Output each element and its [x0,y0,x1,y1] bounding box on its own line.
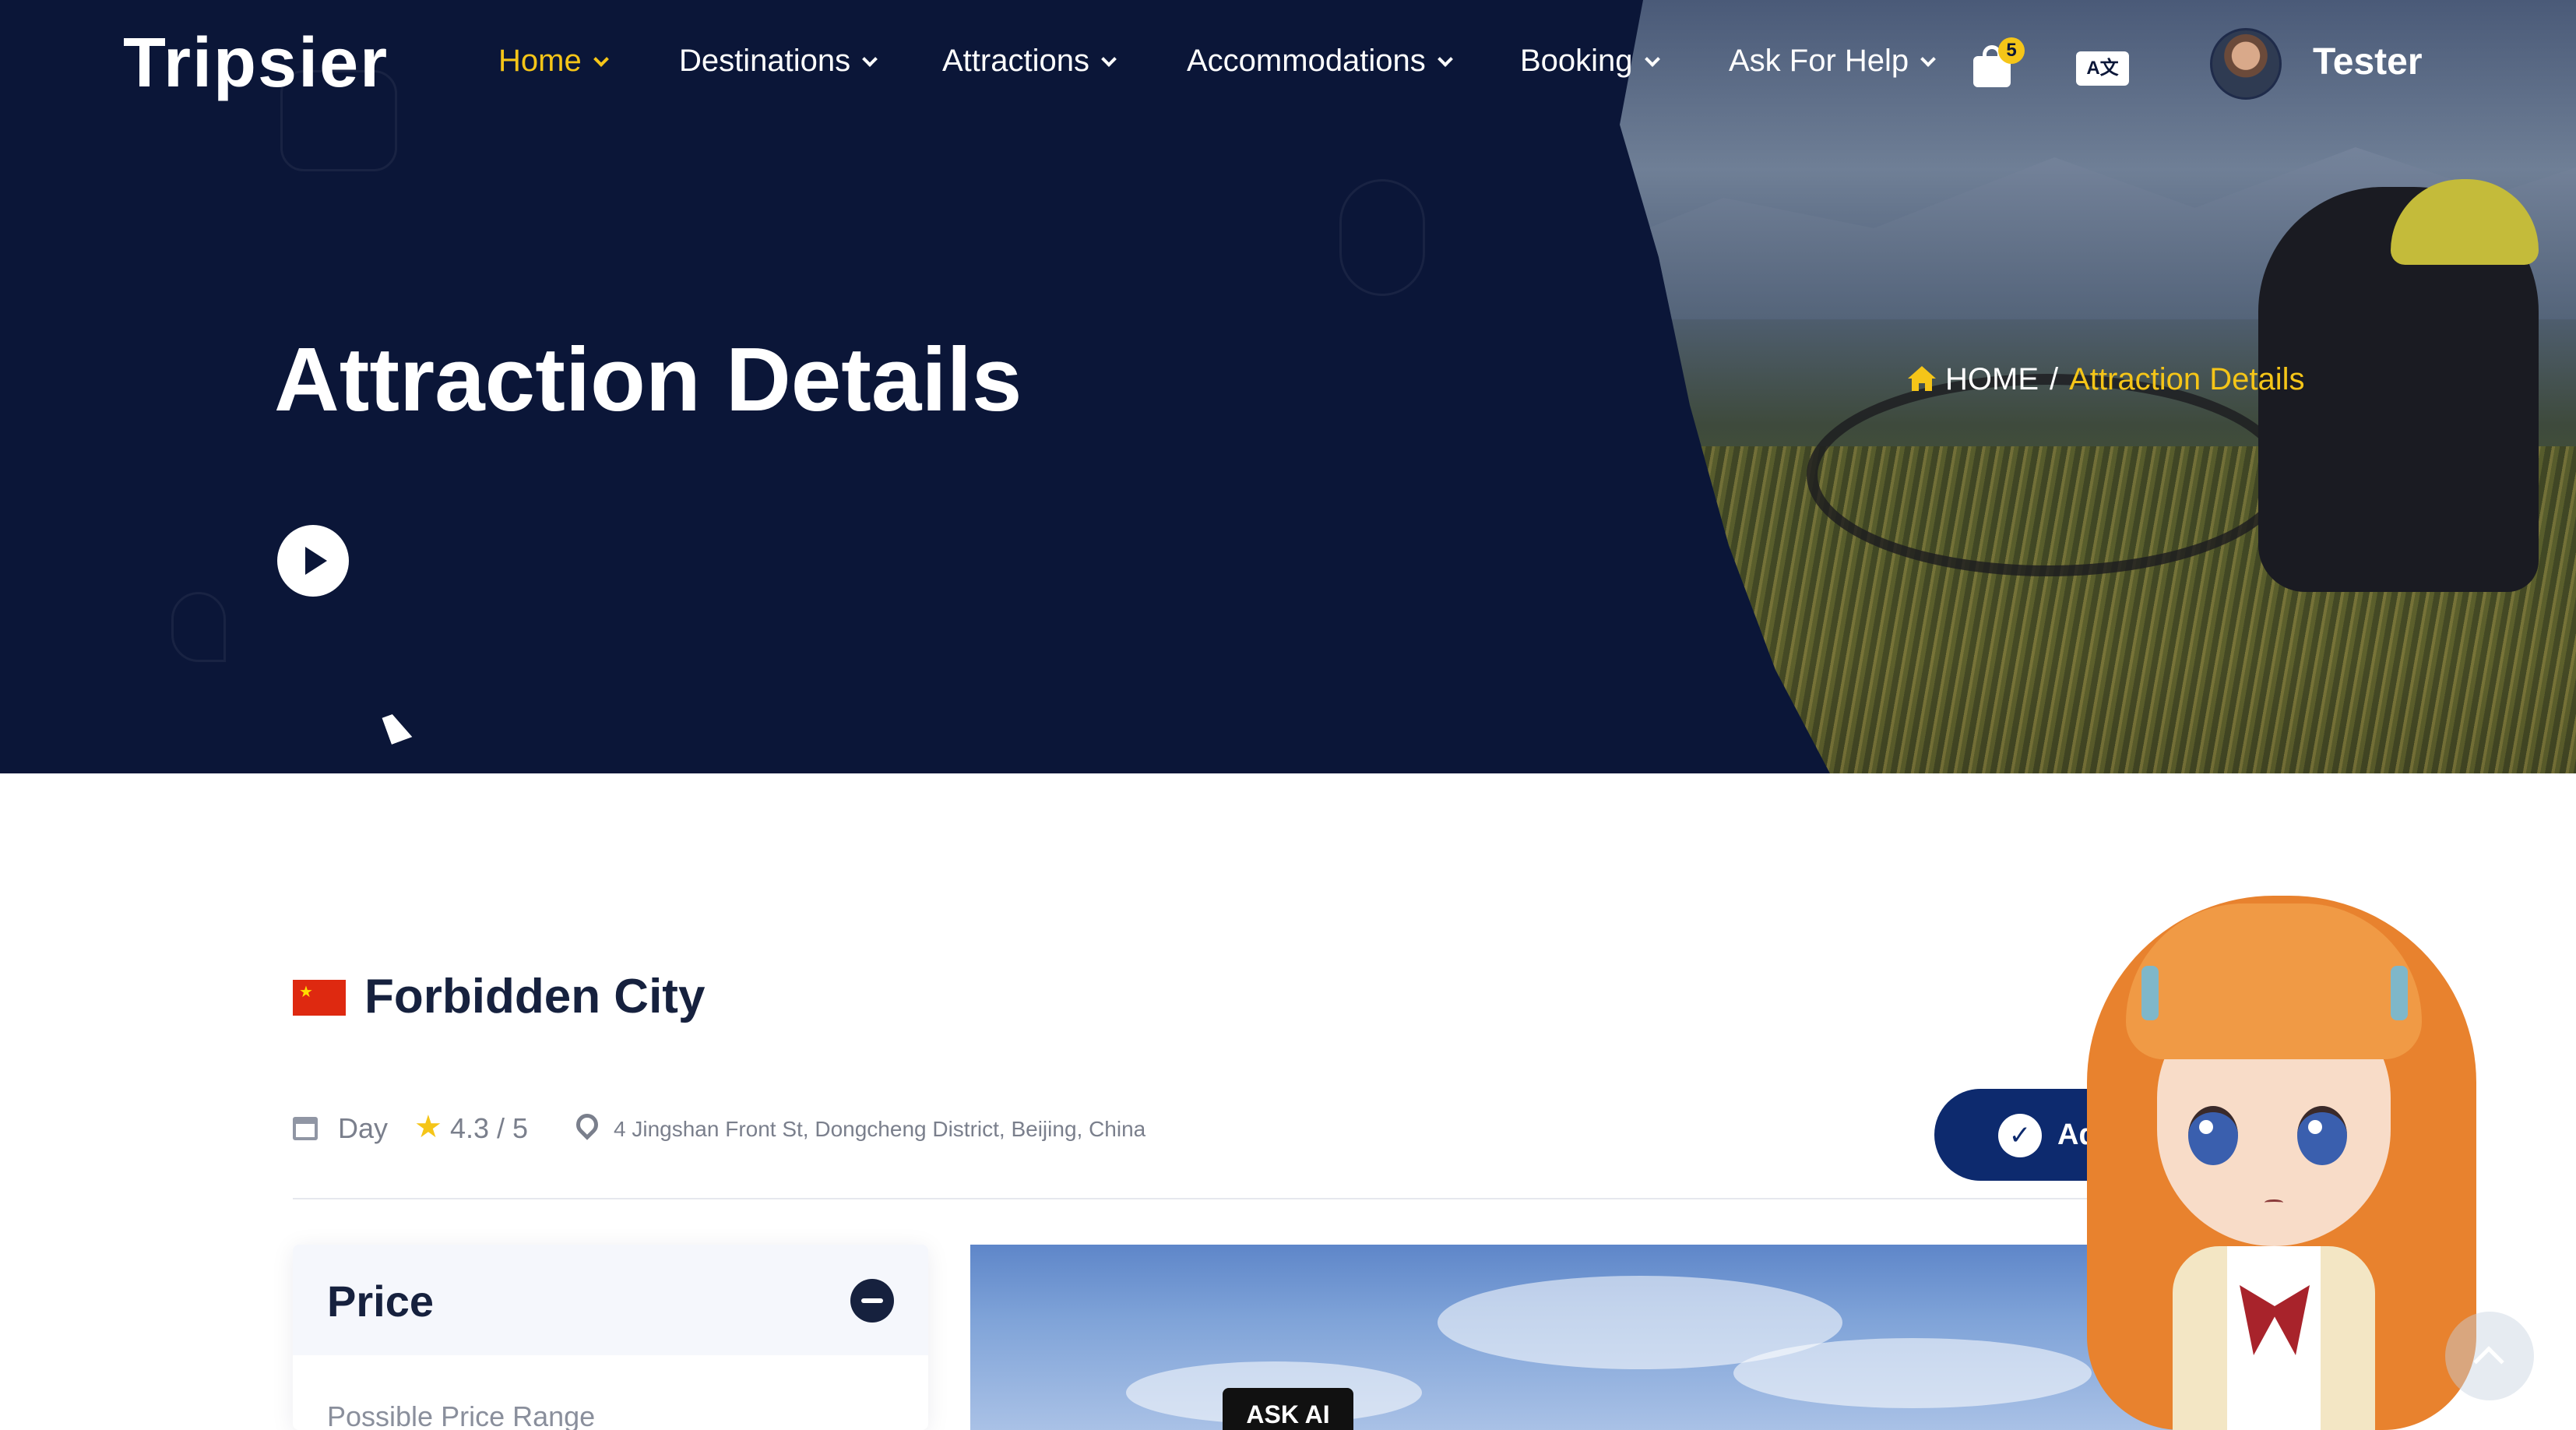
nav-item-accommodations[interactable]: Accommodations [1187,44,1453,79]
visit-time: Day [338,1112,389,1144]
chevron-down-icon [1437,51,1453,67]
price-card-header[interactable]: Price [293,1245,928,1355]
calendar-icon [293,1117,318,1140]
check-icon: ✓ [1998,1114,2042,1157]
avatar[interactable] [2210,28,2282,100]
star-icon: ★ [414,1110,442,1144]
nav-item-attractions[interactable]: Attractions [942,44,1117,79]
nav-item-label: Booking [1520,44,1633,78]
price-range-label: Possible Price Range [327,1400,596,1430]
nav-item-label: Destinations [679,44,851,78]
nav-item-destinations[interactable]: Destinations [679,44,878,79]
balloon-doodle [1339,179,1425,296]
address: 4 Jingshan Front St, Dongcheng District,… [614,1117,1146,1141]
scroll-to-top-button[interactable] [2445,1312,2534,1400]
price-title: Price [327,1277,434,1326]
nav-item-booking[interactable]: Booking [1520,44,1660,79]
nav-item-ask-for-help[interactable]: Ask For Help [1729,44,1937,79]
breadcrumb-home-link[interactable]: HOME [1945,362,2039,396]
collapse-minus-icon[interactable] [850,1279,894,1323]
attraction-name: Forbidden City [364,970,706,1023]
divider [293,1198,2240,1199]
ask-ai-button[interactable]: ASK AI [1223,1388,1353,1430]
rating: 4.3 / 5 [450,1112,529,1144]
logo[interactable]: Tripsier [123,23,389,104]
chevron-down-icon [1101,51,1117,67]
home-icon [1908,366,1936,391]
nav-item-label: Accommodations [1187,44,1426,78]
top-navigation: Tripsier Home Destinations Attractions A… [0,0,2576,128]
breadcrumb: HOME / Attraction Details [1906,361,2304,397]
cart-count-badge: 5 [1998,37,2025,64]
nav-item-label: Attractions [942,44,1089,78]
breadcrumb-current: Attraction Details [2069,362,2305,396]
nav-item-label: Ask For Help [1729,44,1909,78]
chevron-down-icon [862,51,878,67]
nav-item-home[interactable]: Home [498,44,609,79]
user-name[interactable]: Tester [2313,41,2423,83]
cart-button[interactable]: 5 [1973,37,2025,87]
anime-assistant-avatar[interactable] [2056,880,2507,1430]
play-video-button[interactable] [277,525,349,597]
chevron-down-icon [593,51,609,67]
mouse-cursor [382,710,413,745]
language-switch-icon[interactable]: A文 [2076,51,2129,86]
price-card: Price Possible Price Range [293,1245,928,1430]
pin-doodle [171,592,226,662]
page-title: Attraction Details [274,329,1022,430]
chevron-down-icon [1920,51,1937,67]
chevron-down-icon [1644,51,1660,67]
play-icon [305,547,327,575]
location-pin-icon [572,1109,603,1140]
china-flag-icon: ★ [293,980,346,1016]
attraction-photo[interactable] [970,1245,2216,1430]
breadcrumb-separator: / [2050,362,2059,396]
nav-item-label: Home [498,44,582,78]
chevron-up-icon [2473,1346,2504,1377]
